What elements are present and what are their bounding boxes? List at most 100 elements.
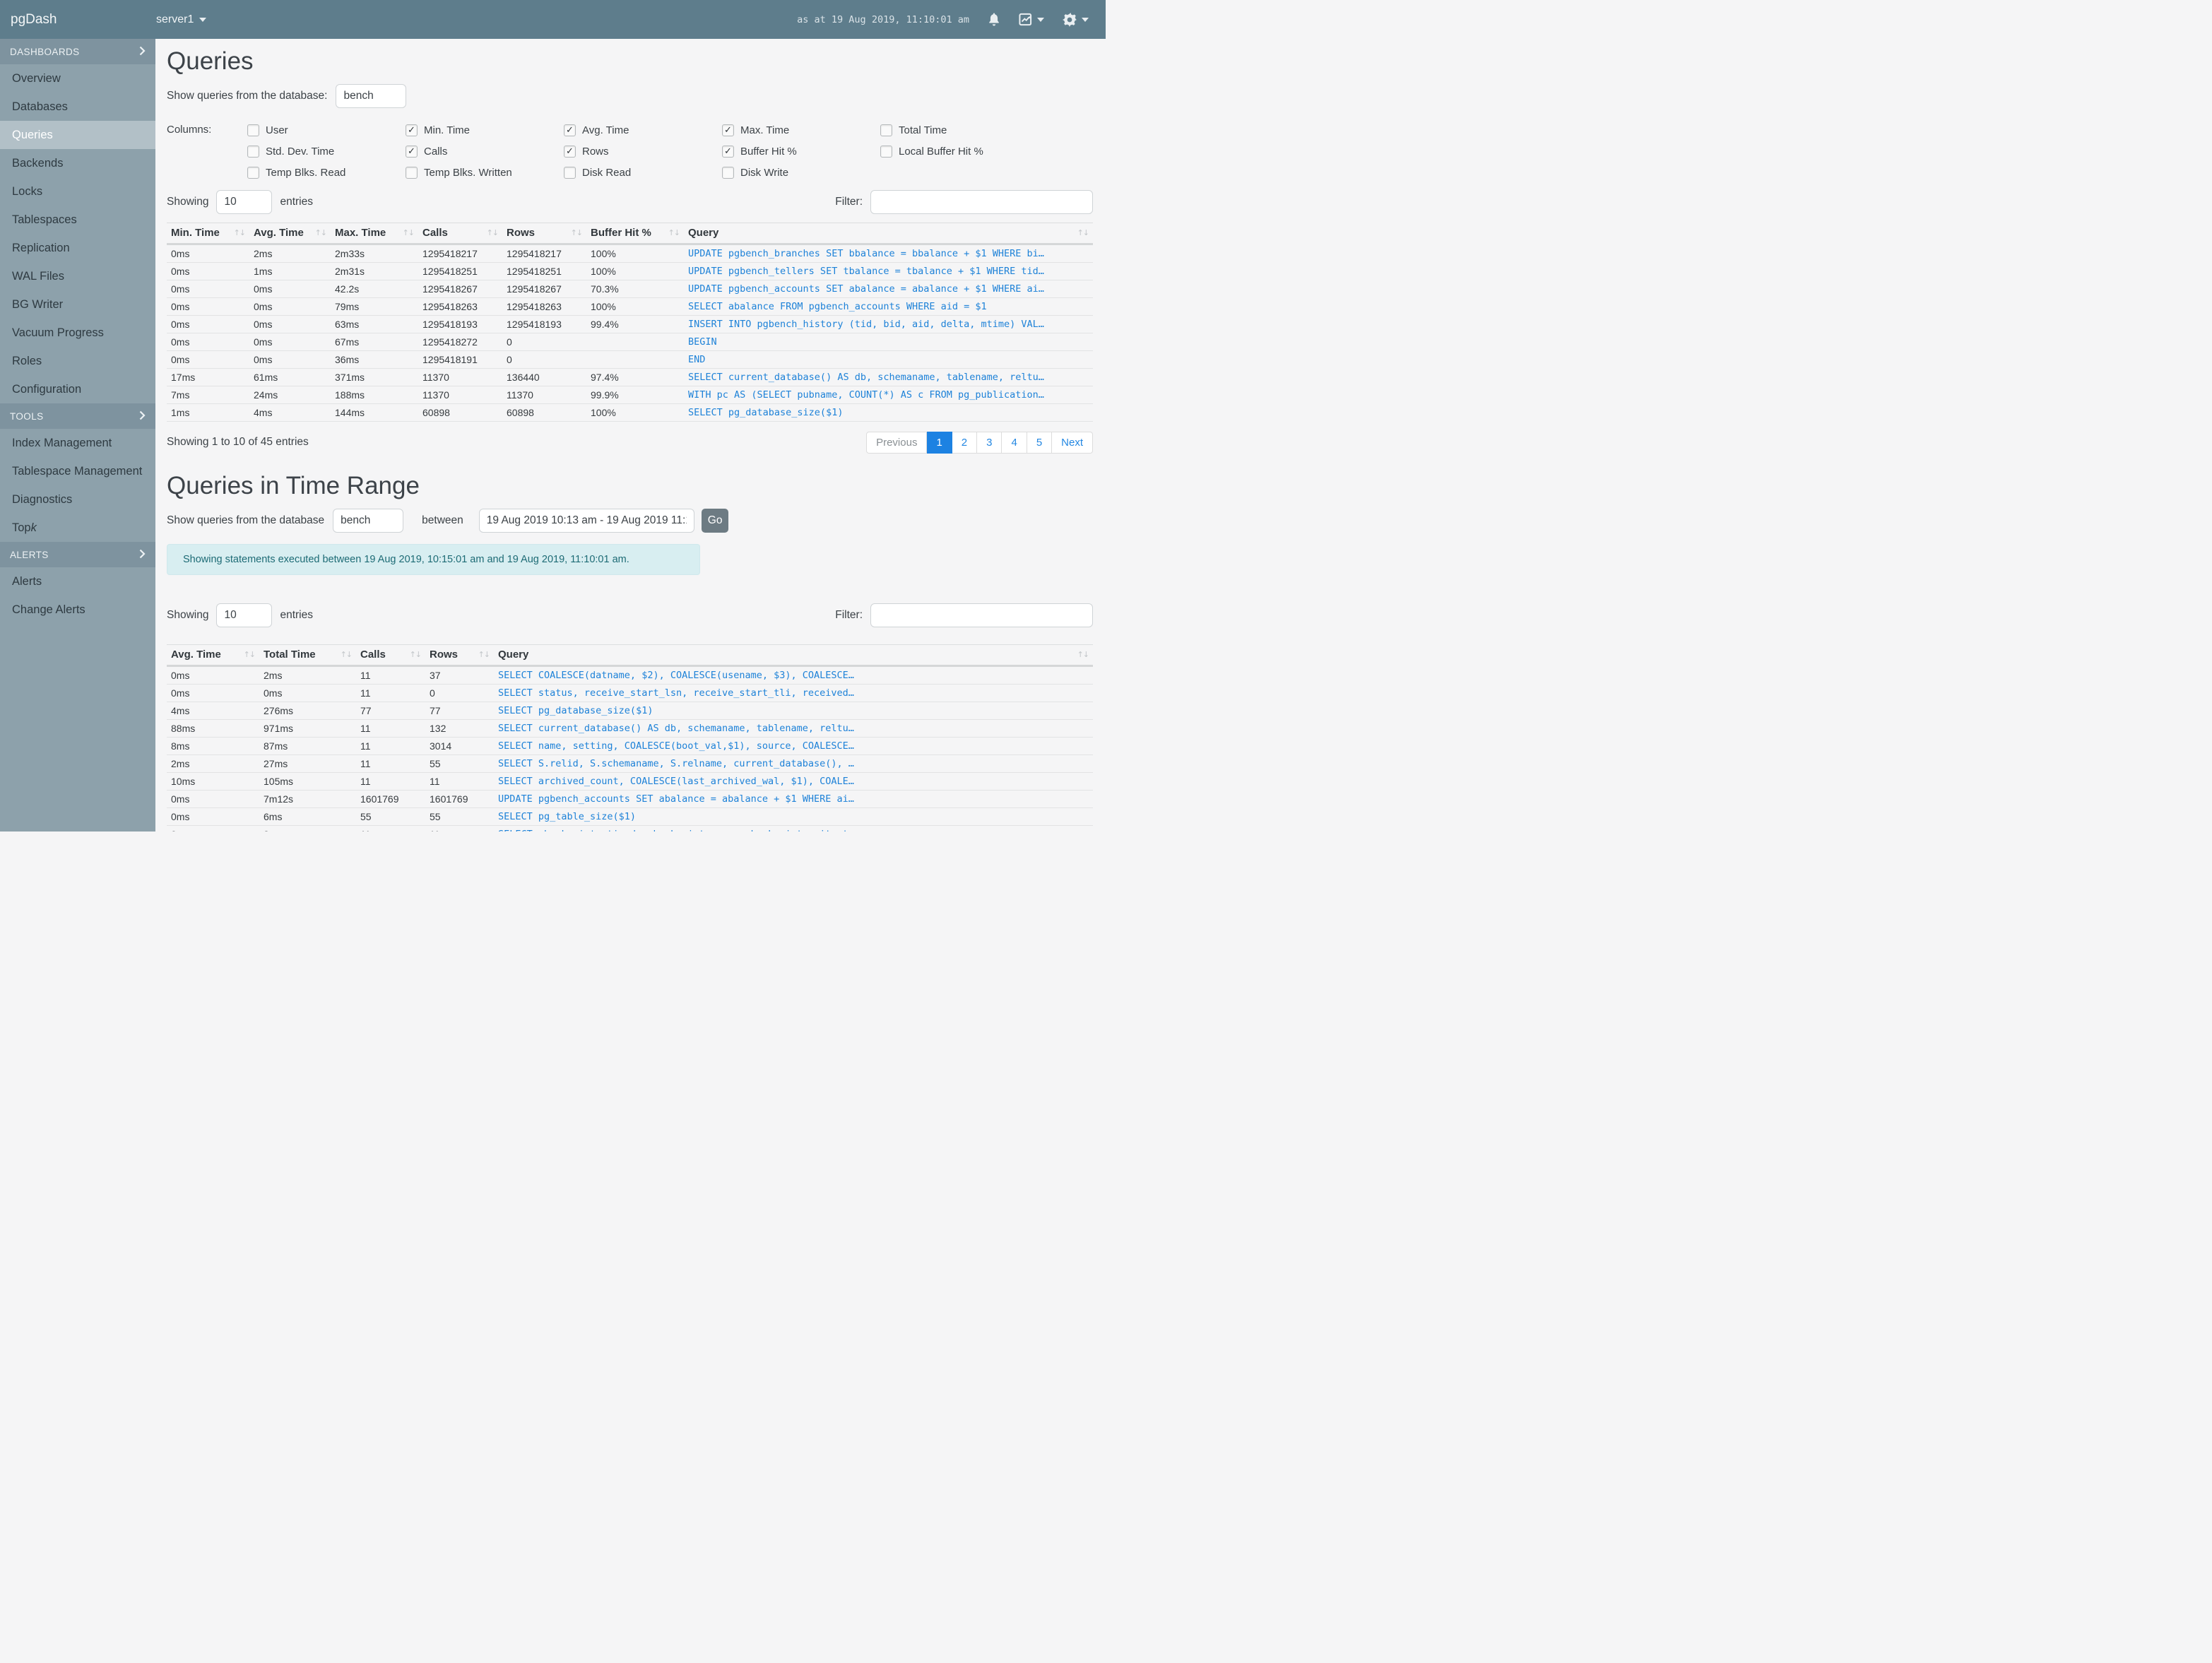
query-link[interactable]: UPDATE pgbench_accounts SET abalance = a… — [498, 793, 854, 805]
sidebar-item-locks[interactable]: Locks — [0, 177, 155, 206]
entries-count-input-2[interactable] — [216, 603, 273, 627]
go-button[interactable]: Go — [701, 509, 729, 533]
sidebar-item-bg-writer[interactable]: BG Writer — [0, 290, 155, 319]
value-cell: 100% — [586, 403, 684, 422]
time-range-input[interactable] — [478, 509, 694, 533]
checkbox-disk-write[interactable] — [722, 166, 734, 179]
sidebar-item-roles[interactable]: Roles — [0, 347, 155, 375]
pagination-page-2[interactable]: 2 — [952, 432, 978, 454]
checkbox-std-dev-time[interactable] — [247, 145, 259, 158]
column-header-avg-time[interactable]: ↑↓ Avg. Time — [167, 644, 259, 667]
pagination-page-5[interactable]: 5 — [1027, 432, 1053, 454]
column-header-min-time[interactable]: ↑↓ Min. Time — [167, 223, 249, 245]
sidebar-item-diagnostics[interactable]: Diagnostics — [0, 485, 155, 514]
checkbox-avg-time[interactable]: ✓ — [564, 124, 576, 136]
pagination-page-1[interactable]: 1 — [927, 432, 952, 454]
column-header-buffer-hit[interactable]: ↑↓ Buffer Hit % — [586, 223, 684, 245]
sidebar-item-vacuum-progress[interactable]: Vacuum Progress — [0, 319, 155, 347]
table-row: 7ms 24ms 188ms 11370 11370 99.9% WITH pc AS (S… — [167, 386, 1093, 404]
column-header-total-time[interactable]: ↑↓ Total Time — [259, 644, 356, 667]
sidebar-item-backends[interactable]: Backends — [0, 149, 155, 177]
column-header-avg-time[interactable]: ↑↓ Avg. Time — [249, 223, 331, 245]
checkbox-temp-blks-read[interactable] — [247, 166, 259, 179]
query-link[interactable]: SELECT COALESCE(datname, $2), COALESCE(u… — [498, 670, 854, 681]
database-input[interactable] — [336, 84, 407, 108]
value-cell: 0ms — [259, 684, 356, 702]
sidebar-item-tablespace-management[interactable]: Tablespace Management — [0, 457, 155, 485]
query-link[interactable]: UPDATE pgbench_branches SET bbalance = b… — [688, 248, 1044, 259]
column-header-query[interactable]: ↑↓ Query — [684, 223, 1093, 245]
query-link[interactable]: SELECT abalance FROM pgbench_accounts WH… — [688, 301, 987, 312]
sidebar-item-queries[interactable]: Queries — [0, 121, 155, 149]
checkbox-total-time[interactable] — [880, 124, 892, 136]
sidebar-item-overview[interactable]: Overview — [0, 64, 155, 93]
checkbox-temp-blks-written[interactable] — [406, 166, 418, 179]
column-option-user: User — [247, 122, 406, 138]
query-link[interactable]: SELECT name, setting, COALESCE(boot_val,… — [498, 740, 854, 752]
column-header-rows[interactable]: ↑↓ Rows — [425, 644, 494, 667]
database-select-row: Show queries from the database: — [167, 84, 1093, 108]
query-link[interactable]: INSERT INTO pgbench_history (tid, bid, a… — [688, 319, 1044, 330]
sort-icon: ↑↓ — [478, 650, 490, 659]
query-link[interactable]: SELECT current_database() AS db, scheman… — [498, 723, 854, 734]
checkbox-min-time[interactable]: ✓ — [406, 124, 418, 136]
pagination-page-4[interactable]: 4 — [1002, 432, 1027, 454]
checkbox-calls[interactable]: ✓ — [406, 145, 418, 158]
sidebar-item-index-management[interactable]: Index Management — [0, 429, 155, 457]
query-cell: END — [684, 350, 1093, 369]
query-link[interactable]: SELECT pg_database_size($1) — [498, 705, 653, 716]
query-link[interactable]: BEGIN — [688, 336, 717, 348]
sidebar-section-alerts[interactable]: ALERTS — [0, 542, 155, 567]
column-header-max-time[interactable]: ↑↓ Max. Time — [331, 223, 418, 245]
checkbox-user[interactable] — [247, 124, 259, 136]
checkbox-label: Max. Time — [740, 124, 790, 136]
sidebar-item-configuration[interactable]: Configuration — [0, 375, 155, 403]
column-header-rows[interactable]: ↑↓ Rows — [502, 223, 586, 245]
checkbox-rows[interactable]: ✓ — [564, 145, 576, 158]
settings-dropdown[interactable] — [1063, 12, 1089, 27]
sidebar-item-tablespaces[interactable]: Tablespaces — [0, 206, 155, 234]
sidebar-item-databases[interactable]: Databases — [0, 93, 155, 121]
database-input-2[interactable] — [333, 509, 404, 533]
query-link[interactable]: SELECT archived_count, COALESCE(last_arc… — [498, 776, 854, 787]
sidebar-item-alerts[interactable]: Alerts — [0, 567, 155, 596]
column-header-calls[interactable]: ↑↓ Calls — [356, 644, 425, 667]
charts-dropdown[interactable] — [1019, 13, 1044, 26]
sidebar-section-tools[interactable]: TOOLS — [0, 403, 155, 429]
query-link[interactable]: UPDATE pgbench_tellers SET tbalance = tb… — [688, 266, 1044, 277]
entries-count-input[interactable] — [216, 190, 273, 214]
value-cell: 1295418251 — [418, 262, 502, 280]
query-link[interactable]: UPDATE pgbench_accounts SET abalance = a… — [688, 283, 1044, 295]
query-link[interactable]: SELECT status, receive_start_lsn, receiv… — [498, 687, 854, 699]
table-row: 0ms 0ms 67ms 1295418272 0 BEGIN — [167, 333, 1093, 351]
app-logo[interactable]: pgDash — [11, 12, 156, 28]
pagination-previous[interactable]: Previous — [866, 432, 928, 454]
query-link[interactable]: SELECT pg_table_size($1) — [498, 811, 636, 822]
table-footer-1: Showing 1 to 10 of 45 entries Previous 1 2… — [167, 432, 1093, 454]
notifications-button[interactable] — [988, 13, 1000, 26]
filter-input-2[interactable] — [870, 603, 1093, 627]
sidebar-item-replication[interactable]: Replication — [0, 234, 155, 262]
query-link[interactable]: SELECT current_database() AS db, scheman… — [688, 372, 1044, 383]
checkbox-max-time[interactable]: ✓ — [722, 124, 734, 136]
checkbox-local-buffer-hit[interactable] — [880, 145, 892, 158]
sidebar-section-dashboards[interactable]: DASHBOARDS — [0, 39, 155, 64]
sort-icon: ↑↓ — [1077, 650, 1089, 659]
sidebar-item-change-alerts[interactable]: Change Alerts — [0, 596, 155, 624]
column-header-query[interactable]: ↑↓ Query — [494, 644, 1093, 667]
query-link[interactable]: SELECT checkpoints_timed, checkpoints_re… — [498, 829, 854, 832]
query-link[interactable]: SELECT S.relid, S.schemaname, S.relname,… — [498, 758, 854, 769]
columns-checkbox-grid: User Std. Dev. Time Temp Blks. Read ✓ Min. T… — [247, 122, 1039, 180]
pagination-next[interactable]: Next — [1052, 432, 1093, 454]
filter-input[interactable] — [870, 190, 1093, 214]
sidebar-item-top-k[interactable]: Top k — [0, 514, 155, 542]
query-link[interactable]: WITH pc AS (SELECT pubname, COUNT(*) AS … — [688, 389, 1044, 401]
pagination-page-3[interactable]: 3 — [977, 432, 1003, 454]
query-link[interactable]: SELECT pg_database_size($1) — [688, 407, 843, 418]
sidebar-item-wal-files[interactable]: WAL Files — [0, 262, 155, 290]
query-link[interactable]: END — [688, 354, 705, 365]
server-dropdown[interactable]: server1 — [156, 13, 207, 26]
checkbox-buffer-hit[interactable]: ✓ — [722, 145, 734, 158]
column-header-calls[interactable]: ↑↓ Calls — [418, 223, 502, 245]
checkbox-disk-read[interactable] — [564, 166, 576, 179]
